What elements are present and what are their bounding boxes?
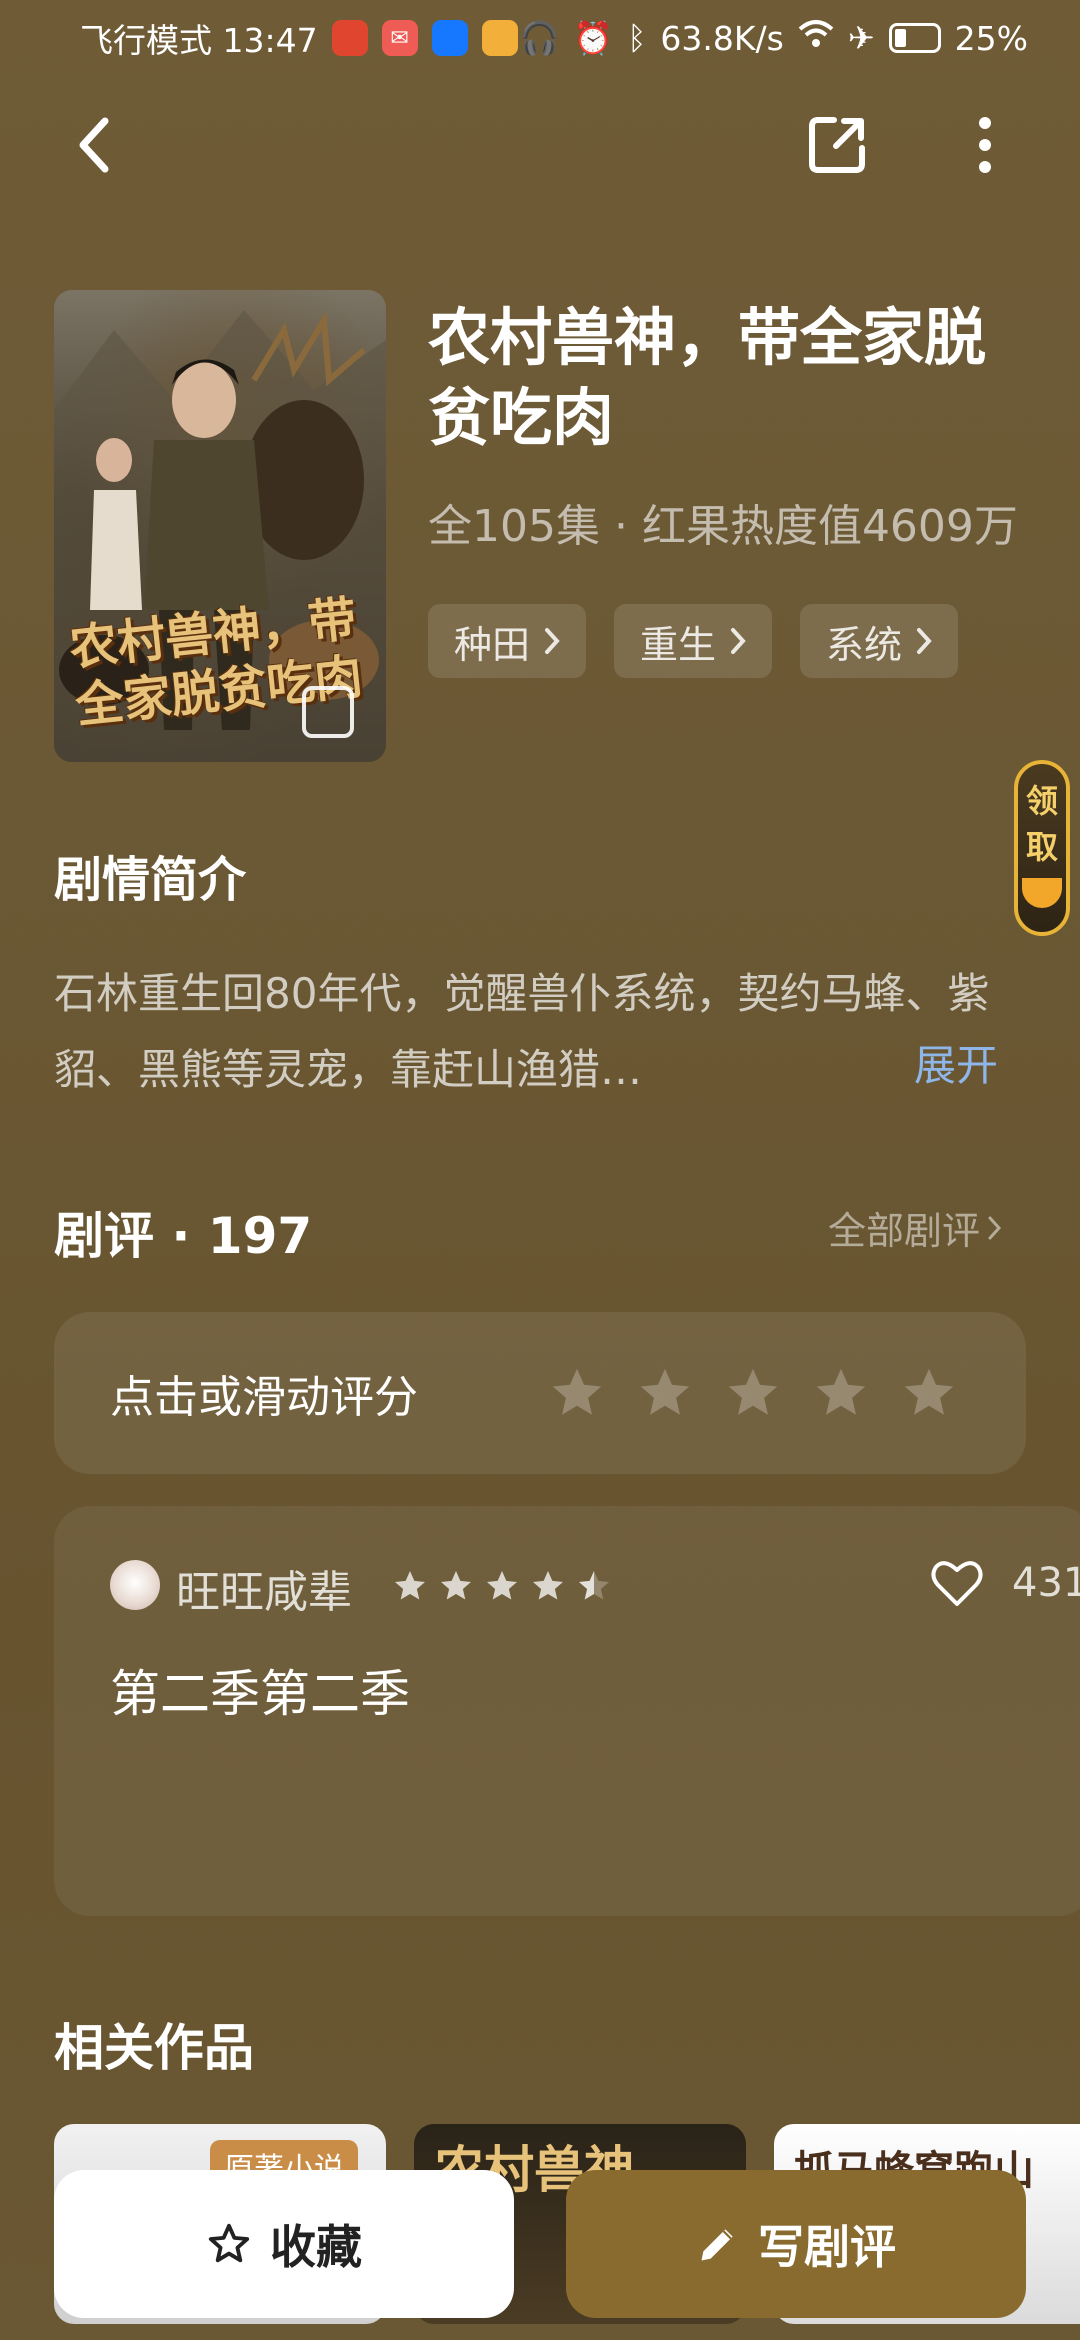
airplane-icon: ✈ [847, 19, 875, 57]
coin-icon [1022, 878, 1062, 908]
app-icon-mail: ✉ [381, 20, 418, 56]
chevron-right-icon [731, 628, 746, 654]
claim-reward-button[interactable]: 领 取 [1014, 760, 1070, 936]
write-review-label: 写剧评 [758, 2220, 896, 2274]
battery-icon [888, 23, 941, 53]
show-meta: 全105集 · 红果热度值4609万 [428, 501, 1018, 552]
synopsis-text: 石林重生回80年代，觉醒兽仆系统，契约马蜂、紫貂、黑熊等灵宠，靠赶山渔猎… [54, 956, 1014, 1108]
more-options-button[interactable] [940, 100, 1030, 190]
rating-star-4[interactable] [812, 1364, 870, 1422]
chevron-right-icon [545, 628, 560, 654]
rating-stars [548, 1364, 958, 1422]
claim-label-2: 取 [1025, 828, 1058, 866]
favorite-label: 收藏 [270, 2220, 362, 2274]
tag-list: 种田 重生 系统 [428, 604, 959, 678]
bluetooth-icon: ᛒ [627, 19, 647, 57]
avatar[interactable] [110, 1560, 160, 1610]
review-rating-stars [392, 1568, 612, 1604]
more-icon [979, 117, 991, 173]
battery-percent: 25% [954, 18, 1028, 58]
write-review-button[interactable]: 写剧评 [566, 2170, 1026, 2318]
rating-star-5[interactable] [900, 1364, 958, 1422]
rating-star-3[interactable] [724, 1364, 782, 1422]
rating-prompt: 点击或滑动评分 [110, 1372, 418, 1423]
app-icon-red [331, 20, 368, 56]
expand-link[interactable]: 展开 [914, 1032, 998, 1093]
share-button[interactable] [792, 100, 882, 190]
review-item[interactable]: 旺旺咸辈 431 第二季第二季 [54, 1506, 1080, 1916]
reviewer-name[interactable]: 旺旺咸辈 [176, 1556, 352, 1620]
headphones-icon: 🎧 [519, 19, 560, 57]
star-icon [533, 1571, 563, 1600]
star-outline-icon [208, 2223, 250, 2263]
show-cover-image[interactable]: 农村兽神，带全家脱贫吃肉 [54, 290, 386, 762]
half-star-icon [579, 1571, 609, 1600]
status-bar: 飞行模式 13:47 ✉ 🎧 ⏰ ᛒ 63.8K/s ✈ 25% [0, 0, 1080, 76]
wifi-icon [798, 19, 834, 57]
synopsis-body: 石林重生回80年代，觉醒兽仆系统，契约马蜂、紫貂、黑熊等灵宠，靠赶山渔猎… [54, 969, 990, 1094]
heart-icon [931, 1561, 983, 1606]
alarm-icon: ⏰ [573, 19, 614, 57]
tag-label: 种田 [454, 622, 531, 667]
review-text: 第二季第二季 [110, 1665, 410, 1723]
like-button[interactable] [930, 1558, 984, 1612]
claim-label-1: 领 [1025, 782, 1058, 820]
star-icon [395, 1571, 425, 1600]
rating-star-1[interactable] [548, 1364, 606, 1422]
bottom-action-bar: 收藏 写剧评 [0, 2170, 1080, 2340]
like-count: 431 [1012, 1560, 1080, 1606]
tag-chip[interactable]: 种田 [428, 604, 587, 678]
tag-chip[interactable]: 系统 [800, 604, 959, 678]
all-reviews-link[interactable]: 全部剧评 [828, 1200, 1002, 1255]
favorite-button[interactable]: 收藏 [54, 2170, 514, 2318]
app-icon-yellow [481, 20, 518, 56]
ar-view-icon[interactable] [302, 686, 354, 738]
chevron-right-icon [917, 628, 932, 654]
show-title: 农村兽神，带全家脱贫吃肉 [428, 301, 987, 454]
synopsis-heading: 剧情简介 [54, 852, 247, 908]
rating-star-2[interactable] [636, 1364, 694, 1422]
top-nav [0, 100, 1080, 190]
chevron-right-icon [988, 1216, 1002, 1239]
tag-label: 系统 [826, 622, 903, 667]
tag-chip[interactable]: 重生 [614, 604, 773, 678]
share-icon [809, 117, 865, 173]
pencil-icon [701, 2229, 733, 2261]
tag-label: 重生 [640, 622, 717, 667]
rating-input-card: 点击或滑动评分 [54, 1312, 1026, 1474]
back-button[interactable] [48, 100, 138, 190]
reviews-heading: 剧评 · 197 [54, 1207, 313, 1265]
status-time: 飞行模式 13:47 [80, 21, 318, 60]
app-icon-alipay [431, 20, 468, 56]
star-icon [441, 1571, 471, 1600]
back-arrow-icon [79, 117, 109, 173]
network-speed: 63.8K/s [660, 18, 784, 58]
related-heading: 相关作品 [54, 2019, 254, 2077]
star-icon [487, 1571, 517, 1600]
all-reviews-label: 全部剧评 [828, 1209, 981, 1253]
